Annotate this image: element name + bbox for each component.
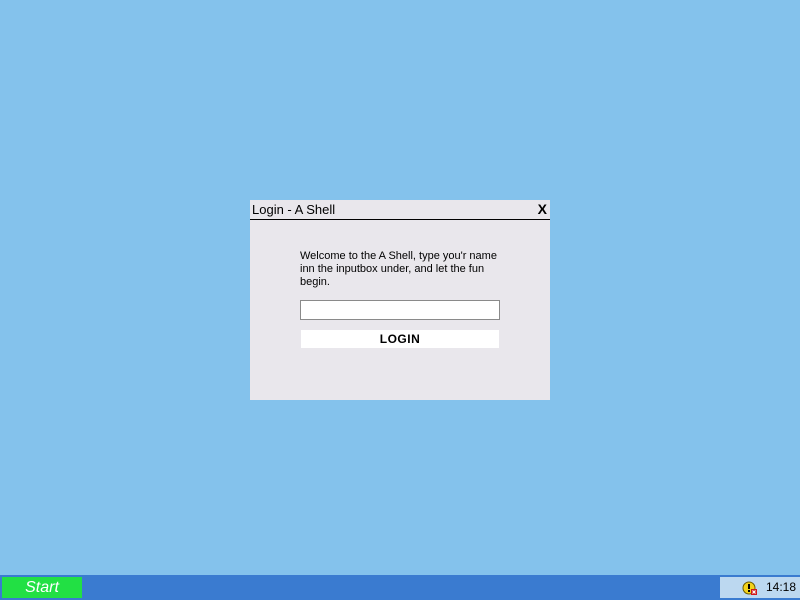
window-title: Login - A Shell bbox=[252, 202, 336, 217]
clock: 14:18 bbox=[765, 580, 796, 594]
taskbar: Start 14:18 bbox=[0, 575, 800, 600]
start-button[interactable]: Start bbox=[2, 577, 82, 598]
window-titlebar[interactable]: Login - A Shell X bbox=[250, 200, 550, 220]
login-window: Login - A Shell X Welcome to the A Shell… bbox=[250, 200, 550, 400]
desktop: Login - A Shell X Welcome to the A Shell… bbox=[0, 0, 800, 600]
name-input[interactable] bbox=[300, 300, 500, 320]
system-tray: 14:18 bbox=[720, 577, 800, 598]
welcome-message: Welcome to the A Shell, type you'r name … bbox=[300, 250, 497, 288]
close-button[interactable]: X bbox=[538, 201, 547, 218]
shield-warning-icon[interactable] bbox=[742, 580, 758, 596]
login-button[interactable]: LOGIN bbox=[301, 330, 499, 348]
